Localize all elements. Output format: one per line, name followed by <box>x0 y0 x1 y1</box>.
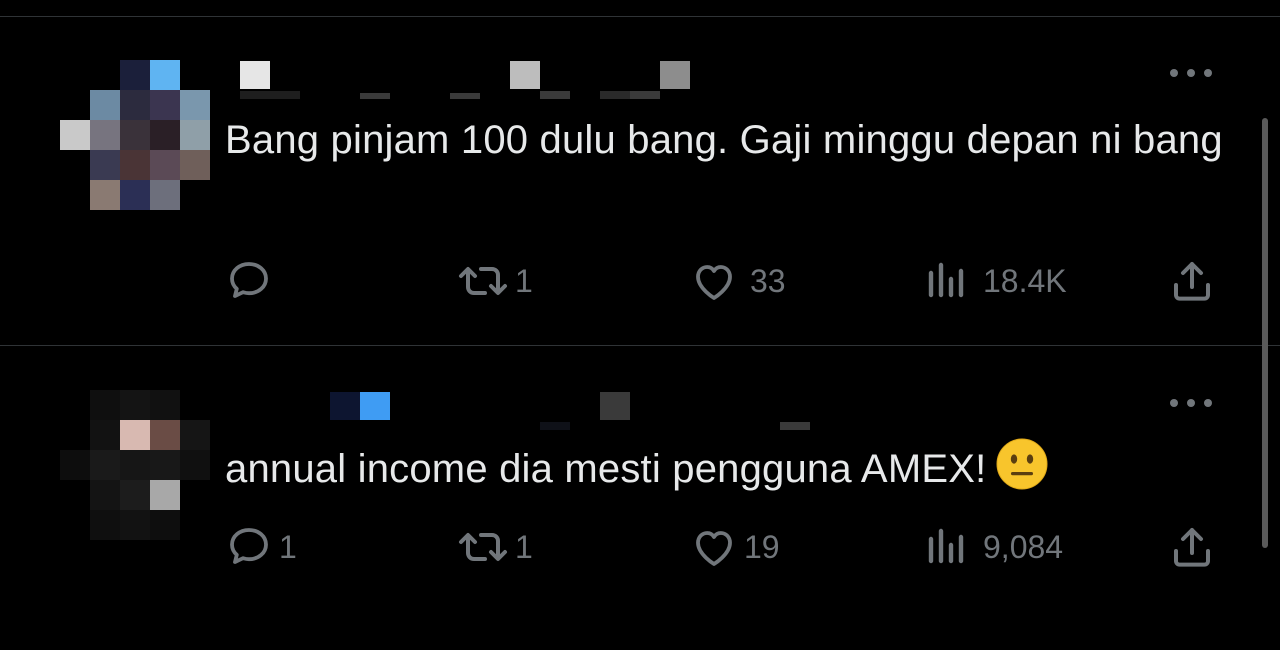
tweet-text-content: annual income dia mesti pengguna AMEX! <box>225 447 987 491</box>
more-options-icon[interactable] <box>1170 67 1212 79</box>
views-button[interactable]: 18.4K <box>925 256 1067 306</box>
heart-icon <box>696 265 732 300</box>
reply-button[interactable]: 1 <box>225 522 297 572</box>
scrollbar[interactable] <box>1262 118 1268 548</box>
views-icon <box>928 528 964 564</box>
view-count: 18.4K <box>983 262 1067 299</box>
like-count: 19 <box>744 528 780 565</box>
tweet-text: Bang pinjam 100 dulu bang. Gaji minggu d… <box>225 118 1223 162</box>
like-count: 33 <box>750 262 786 299</box>
like-button[interactable]: 33 <box>690 256 786 306</box>
retweet-button[interactable]: 1 <box>455 256 533 306</box>
tweet-text: annual income dia mesti pengguna AMEX! <box>225 438 1235 500</box>
neutral-face-emoji-icon <box>996 438 1048 490</box>
retweet-button[interactable]: 1 <box>455 522 533 572</box>
views-button[interactable]: 9,084 <box>925 522 1063 572</box>
share-icon <box>1174 262 1210 301</box>
redacted-username[interactable] <box>225 388 825 438</box>
retweet-count: 1 <box>515 262 533 299</box>
view-count: 9,084 <box>983 528 1064 565</box>
reply-count: 1 <box>279 528 297 565</box>
retweet-icon <box>459 267 507 295</box>
share-button[interactable] <box>1168 256 1216 306</box>
share-button[interactable] <box>1168 522 1216 572</box>
redacted-username[interactable] <box>225 55 725 105</box>
tweet-actions: 1 33 18.4K <box>0 256 1280 306</box>
reply-icon <box>230 262 268 298</box>
retweet-count: 1 <box>515 528 533 565</box>
more-options-icon[interactable] <box>1170 397 1212 409</box>
views-icon <box>928 262 964 298</box>
reply-icon <box>230 528 268 564</box>
tweet-1[interactable]: Bang pinjam 100 dulu bang. Gaji minggu d… <box>0 0 1280 345</box>
tweet-2[interactable]: annual income dia mesti pengguna AMEX! 1… <box>0 346 1280 650</box>
heart-icon <box>696 531 732 566</box>
avatar[interactable] <box>60 390 210 540</box>
tweet-actions: 1 1 19 9,084 <box>0 522 1280 572</box>
like-button[interactable]: 19 <box>690 522 780 572</box>
retweet-icon <box>459 533 507 561</box>
avatar[interactable] <box>60 60 210 210</box>
reply-button[interactable] <box>225 256 285 306</box>
share-icon <box>1174 528 1210 567</box>
